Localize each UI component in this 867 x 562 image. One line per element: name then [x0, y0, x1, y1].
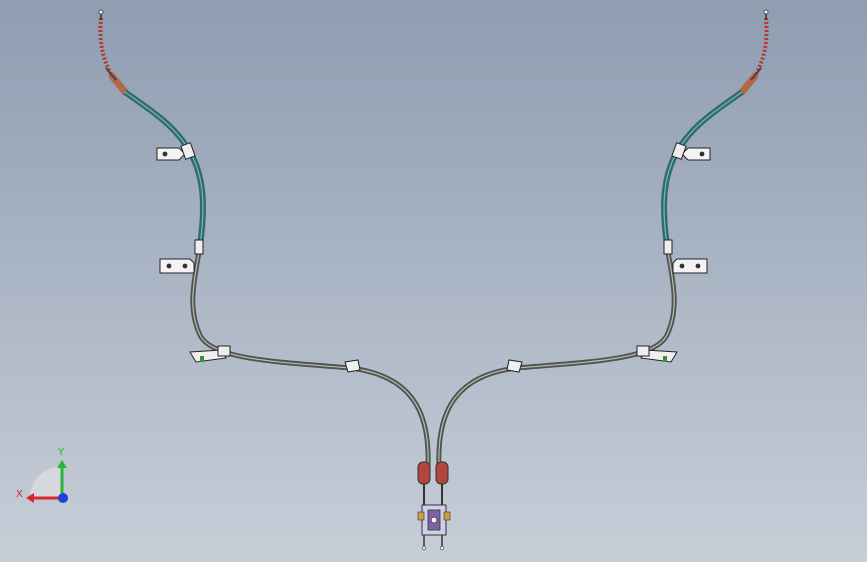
left-green-sheath [123, 89, 206, 246]
right-mid-bracket [672, 258, 708, 274]
left-mid-bracket [159, 258, 195, 274]
left-cable[interactable] [98, 9, 431, 505]
right-clip [506, 359, 523, 373]
right-upper-bracket [681, 147, 711, 161]
equalizer-assembly[interactable] [417, 504, 451, 551]
cad-graphics-viewport[interactable]: X Y [0, 0, 867, 562]
y-axis-label: Y [57, 447, 65, 458]
triad-plane-icon [30, 466, 62, 498]
x-axis-label: X [16, 489, 23, 500]
right-spring-end [753, 17, 769, 77]
left-clip [344, 359, 361, 373]
left-upper-bracket [156, 147, 186, 161]
right-cable[interactable] [435, 9, 769, 505]
right-green-sheath [661, 89, 744, 246]
left-spring-end [98, 17, 114, 77]
right-clevis [435, 461, 449, 485]
reference-triad: X Y [16, 447, 68, 503]
brake-cable-assembly-model[interactable]: X Y [0, 0, 867, 562]
left-clevis [417, 461, 431, 485]
